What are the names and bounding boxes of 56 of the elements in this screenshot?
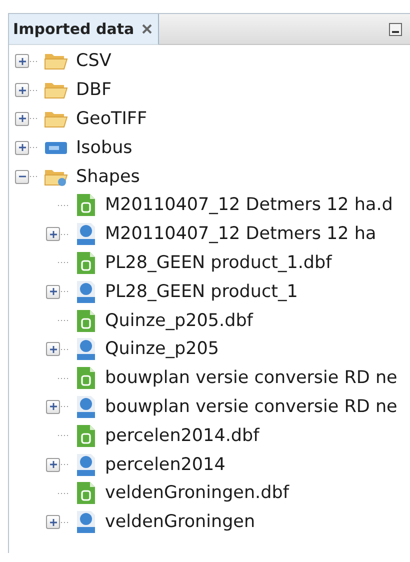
plus-icon <box>16 113 28 124</box>
tree-item-label[interactable]: CSV <box>76 51 112 72</box>
expand-toggle[interactable] <box>15 83 29 98</box>
collapse-toggle[interactable] <box>15 170 29 184</box>
plus-icon <box>48 401 58 412</box>
globe-document-icon <box>75 452 97 477</box>
globe-document-icon <box>75 280 97 304</box>
tree-item-label[interactable]: Shapes <box>76 166 140 187</box>
tree-item-label[interactable]: PL28_GEEN product_1 <box>105 282 298 302</box>
plus-icon <box>48 344 58 355</box>
tree-item-label[interactable]: bouwplan versie conversie RD ne <box>105 368 398 388</box>
folder-icon <box>44 51 68 72</box>
expand-toggle[interactable] <box>15 140 29 155</box>
tree-item-label[interactable]: PL28_GEEN product_1.dbf <box>105 252 332 273</box>
document-icon <box>75 424 97 448</box>
tree-item-label[interactable]: M20110407_12 Detmers 12 ha <box>105 224 376 244</box>
close-icon[interactable] <box>142 24 152 34</box>
expand-toggle[interactable] <box>46 515 60 530</box>
document-icon <box>75 308 97 333</box>
expand-toggle[interactable] <box>46 284 60 299</box>
tree-item-label[interactable]: Quinze_p205 <box>105 339 220 360</box>
panel-tab[interactable]: Imported data <box>9 14 160 45</box>
expand-toggle[interactable] <box>46 227 60 242</box>
plus-icon <box>48 516 58 528</box>
tree-item-label[interactable]: GeoTIFF <box>76 108 148 129</box>
plus-icon <box>48 286 58 298</box>
document-icon <box>75 366 97 390</box>
globe-document-icon <box>75 222 97 246</box>
globe-document-icon <box>75 337 97 362</box>
plus-icon <box>48 459 58 470</box>
minimize-icon[interactable] <box>389 22 402 36</box>
tree-item-label[interactable]: veldenGroningen <box>105 512 256 532</box>
tree-item-label[interactable]: Quinze_p205.dbf <box>105 310 253 331</box>
tree-item-label[interactable]: percelen2014 <box>105 454 226 475</box>
tree-item-label[interactable]: DBF <box>76 80 112 100</box>
expand-toggle[interactable] <box>15 54 29 68</box>
plus-icon <box>48 228 58 240</box>
document-icon <box>75 250 97 275</box>
globe-document-icon <box>75 510 97 534</box>
document-icon <box>75 481 97 506</box>
expand-toggle[interactable] <box>46 458 60 472</box>
plus-icon <box>16 84 28 96</box>
globe-document-icon <box>75 394 97 419</box>
document-icon <box>75 193 97 218</box>
tree-item-label[interactable]: veldenGroningen.dbf <box>105 483 289 504</box>
panel-title: Imported data <box>13 20 134 38</box>
plus-icon <box>16 56 28 67</box>
plus-icon <box>16 142 28 154</box>
folder-icon <box>44 80 68 100</box>
expand-toggle[interactable] <box>46 400 60 414</box>
tree-item-label[interactable]: percelen2014.dbf <box>105 426 260 446</box>
tree-item-label[interactable]: bouwplan versie conversie RD ne <box>105 396 398 417</box>
expand-toggle[interactable] <box>15 112 29 126</box>
tree-item-label[interactable]: Isobus <box>76 138 132 158</box>
expand-toggle[interactable] <box>46 342 60 356</box>
tree-item-label[interactable]: M20110407_12 Detmers 12 ha.d <box>105 195 393 216</box>
